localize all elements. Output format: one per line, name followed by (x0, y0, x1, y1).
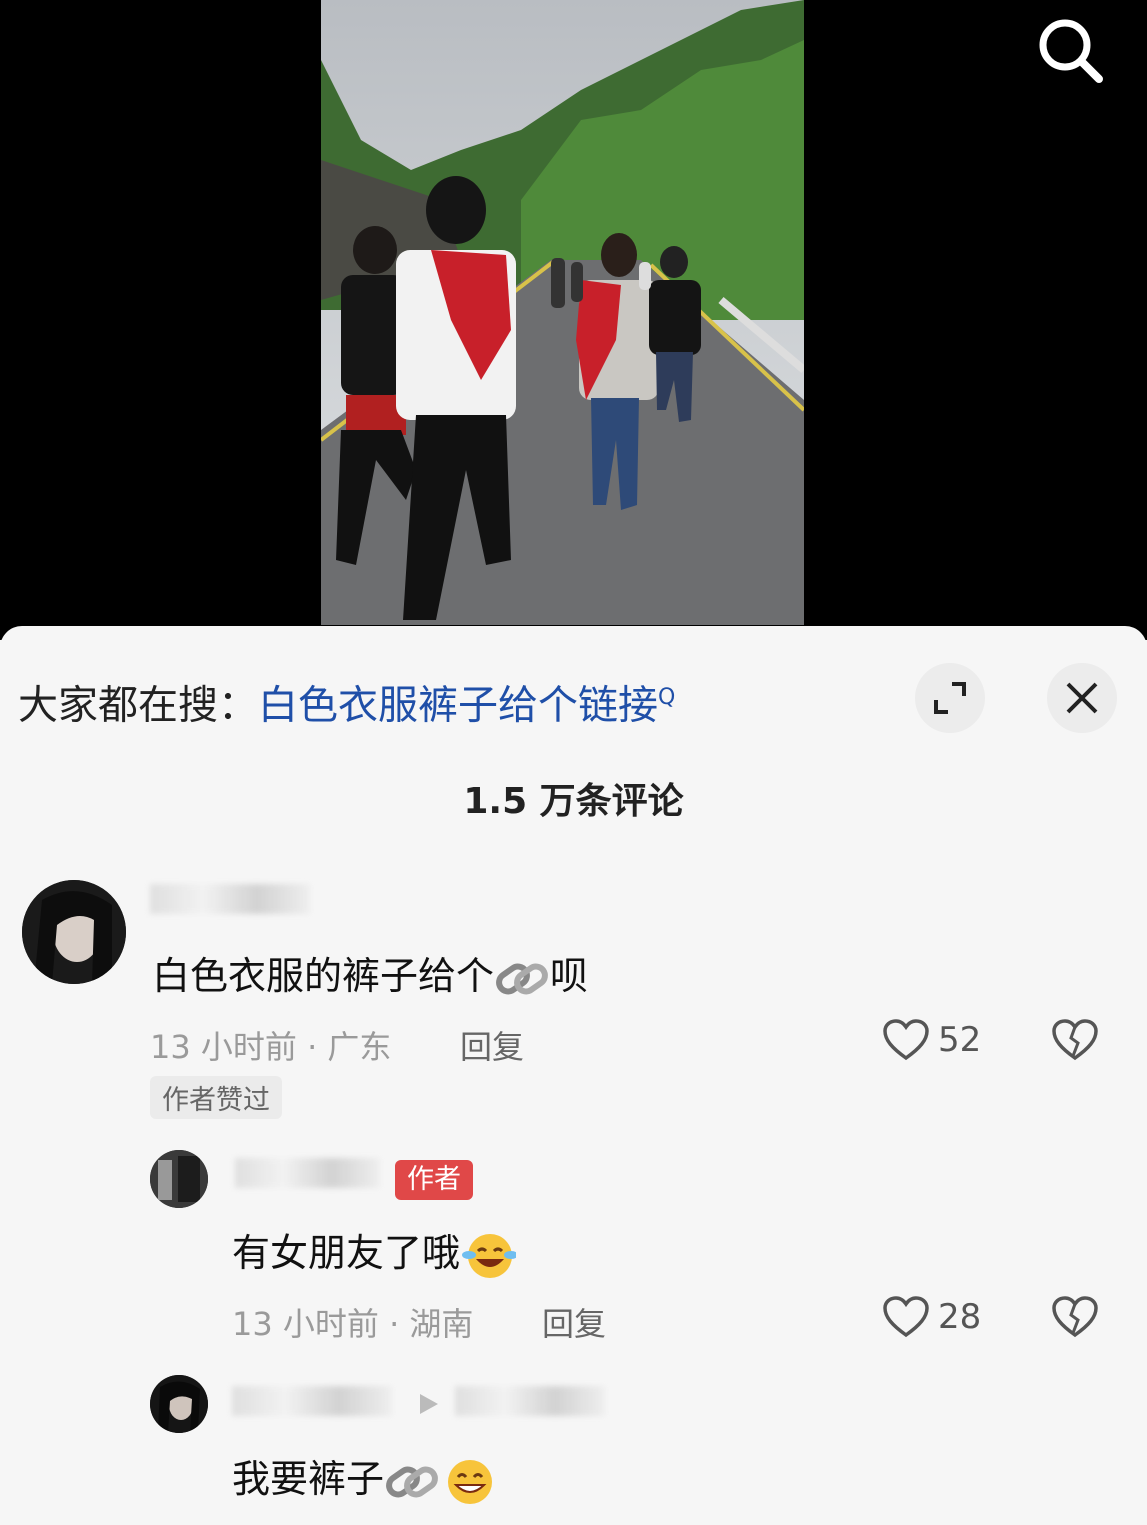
search-suggestion-query[interactable]: 白色衣服裤子给个链接 (258, 682, 658, 728)
comment-text-main: 有女朋友了哦 (232, 1231, 461, 1275)
dislike-button[interactable] (1051, 1018, 1099, 1066)
avatar-image (22, 880, 126, 984)
video-area[interactable] (0, 0, 1147, 640)
heart-icon (883, 1019, 929, 1061)
reply-arrow-icon (420, 1394, 438, 1414)
username-redacted[interactable] (235, 1158, 380, 1188)
avatar-image (150, 1375, 208, 1433)
video-scene (321, 0, 804, 625)
author-tag: 作者 (395, 1160, 473, 1200)
search-suggestion[interactable]: 大家都在搜：白色衣服裤子给个链接Q (18, 672, 675, 731)
close-icon (1066, 682, 1098, 714)
search-icon (1039, 19, 1103, 83)
dislike-button[interactable] (1051, 1295, 1099, 1343)
search-small-icon: Q (658, 685, 676, 710)
username-redacted[interactable] (232, 1386, 392, 1416)
comment-text: 我要裤子 (232, 1448, 498, 1507)
comment-text-main: 我要裤子 (232, 1457, 385, 1501)
avatar[interactable] (150, 1375, 208, 1433)
comment-meta: 13 小时前 · 湖南 (232, 1305, 474, 1343)
video-frame (321, 0, 804, 625)
reply-button[interactable]: 回复 (542, 1299, 606, 1345)
comment-text-main: 白色衣服的裤子给个 (152, 954, 495, 998)
avatar[interactable] (150, 1150, 208, 1208)
comment-text: 有女朋友了哦 (232, 1222, 517, 1281)
reply-button[interactable]: 回复 (460, 1022, 524, 1068)
expand-icon (934, 682, 966, 714)
search-suggestion-prefix: 大家都在搜： (18, 682, 258, 729)
reply-target-redacted[interactable] (455, 1386, 605, 1416)
like-button[interactable]: 28 (882, 1295, 981, 1339)
avatar-image (150, 1150, 208, 1208)
comment-text-suffix: 呗 (550, 954, 589, 998)
expand-button[interactable] (915, 663, 985, 733)
like-count: 52 (938, 1020, 982, 1060)
like-count: 28 (938, 1297, 982, 1337)
link-emoji-icon (386, 1466, 438, 1497)
heart-icon (883, 1296, 929, 1338)
comment-text: 白色衣服的裤子给个 呗 (152, 945, 588, 1004)
comment-meta: 13 小时前 · 广东 (150, 1028, 392, 1066)
avatar[interactable] (22, 880, 126, 984)
link-emoji-icon (496, 963, 548, 994)
author-liked-badge: 作者赞过 (150, 1076, 282, 1119)
like-button[interactable]: 52 (882, 1018, 981, 1062)
comment-count: 1.5 万条评论 (463, 781, 684, 822)
search-button[interactable] (1030, 10, 1110, 90)
grinning-emoji-icon (448, 1459, 493, 1504)
laughing-tears-emoji-icon (462, 1233, 517, 1278)
username-redacted[interactable] (150, 884, 310, 914)
broken-heart-icon (1052, 1019, 1098, 1061)
close-button[interactable] (1047, 663, 1117, 733)
broken-heart-icon (1052, 1296, 1098, 1338)
